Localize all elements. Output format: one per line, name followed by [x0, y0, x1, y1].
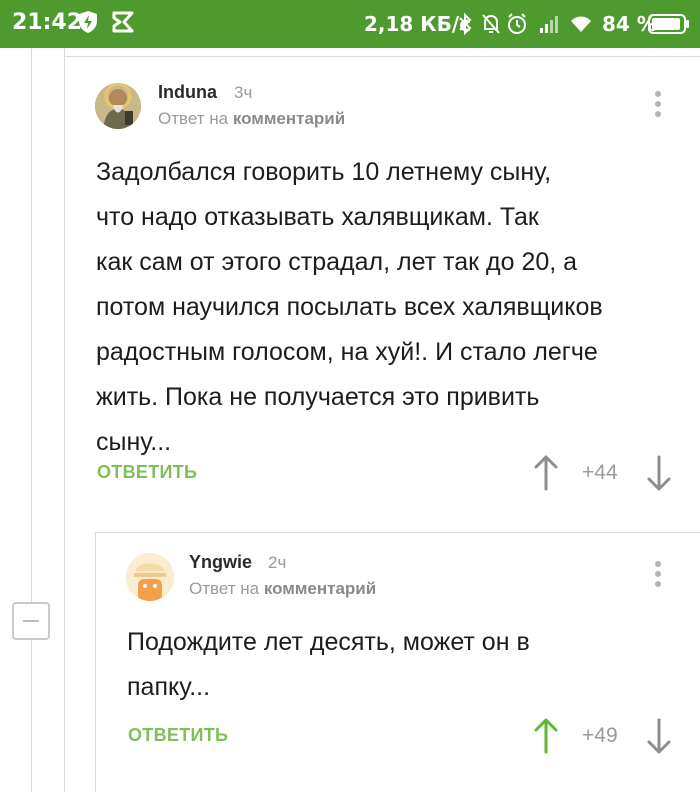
collapse-thread-button[interactable] — [12, 602, 50, 640]
comment-text-line: Подождите лет десять, может он в — [127, 628, 530, 656]
thread-line — [64, 48, 65, 792]
comment-menu-icon[interactable] — [652, 91, 664, 121]
comment-time: 3ч — [234, 83, 253, 102]
bluetooth-icon — [459, 12, 472, 36]
comment-text-line: папку... — [127, 673, 211, 701]
mute-bell-icon — [482, 14, 500, 34]
status-bar: 21:42 2,18 КБ/с 84 % — [0, 0, 700, 48]
wifi-icon — [571, 16, 591, 32]
comment-text-line: как сам от этого страдал, лет так до 20,… — [96, 248, 578, 276]
comment-text-line: сыну... — [96, 428, 172, 456]
signal-icon — [540, 16, 558, 33]
downvote-arrow-icon[interactable] — [646, 718, 672, 754]
reply-button[interactable]: ОТВЕТИТЬ — [97, 462, 197, 483]
reply-target-link[interactable]: комментарий — [264, 579, 376, 598]
comment-author[interactable]: Induna — [158, 82, 217, 103]
comment-text-line: что надо отказывать халявщикам. Так — [96, 203, 539, 231]
avatar-image — [126, 553, 174, 601]
reply-prefix: Ответ на — [189, 579, 260, 598]
avatar[interactable] — [126, 553, 174, 601]
comment-score: +44 — [582, 461, 618, 484]
downvote-arrow-icon[interactable] — [646, 455, 672, 491]
comment-text-line: Задолбался говорить 10 летнему сыну, — [96, 158, 552, 186]
comment-text-line: потом научился посылать всех халявщиков — [96, 293, 603, 321]
reply-to-info: Ответ на комментарий — [189, 579, 376, 599]
battery-icon — [648, 14, 689, 34]
avatar[interactable] — [95, 83, 141, 129]
thread-line — [64, 56, 700, 57]
comment-score: +49 — [582, 724, 618, 747]
comment-text: Задолбался говорить 10 летнему сыну, что… — [96, 150, 676, 465]
upvote-arrow-icon[interactable] — [533, 718, 559, 754]
comment-text-line: радостным голосом, на хуй!. И стало легч… — [96, 338, 598, 366]
alarm-icon — [508, 13, 526, 34]
app-notification-icon — [112, 11, 134, 33]
avatar-image — [95, 83, 141, 129]
shield-icon — [79, 11, 97, 33]
upvote-arrow-icon[interactable] — [533, 455, 559, 491]
reply-to-info: Ответ на комментарий — [158, 109, 345, 129]
status-time: 21:42 — [12, 10, 83, 35]
reply-prefix: Ответ на — [158, 109, 229, 128]
reply-button[interactable]: ОТВЕТИТЬ — [128, 725, 228, 746]
comment-text-line: жить. Пока не получается это привить — [96, 383, 540, 411]
thread-line — [95, 532, 96, 792]
comment-text: Подождите лет десять, может он в папку..… — [127, 620, 677, 710]
thread-line — [95, 532, 700, 533]
comment-time: 2ч — [268, 553, 287, 572]
thread-line — [31, 48, 32, 792]
reply-target-link[interactable]: комментарий — [233, 109, 345, 128]
comment-menu-icon[interactable] — [652, 561, 664, 591]
comment-author[interactable]: Yngwie — [189, 552, 252, 573]
